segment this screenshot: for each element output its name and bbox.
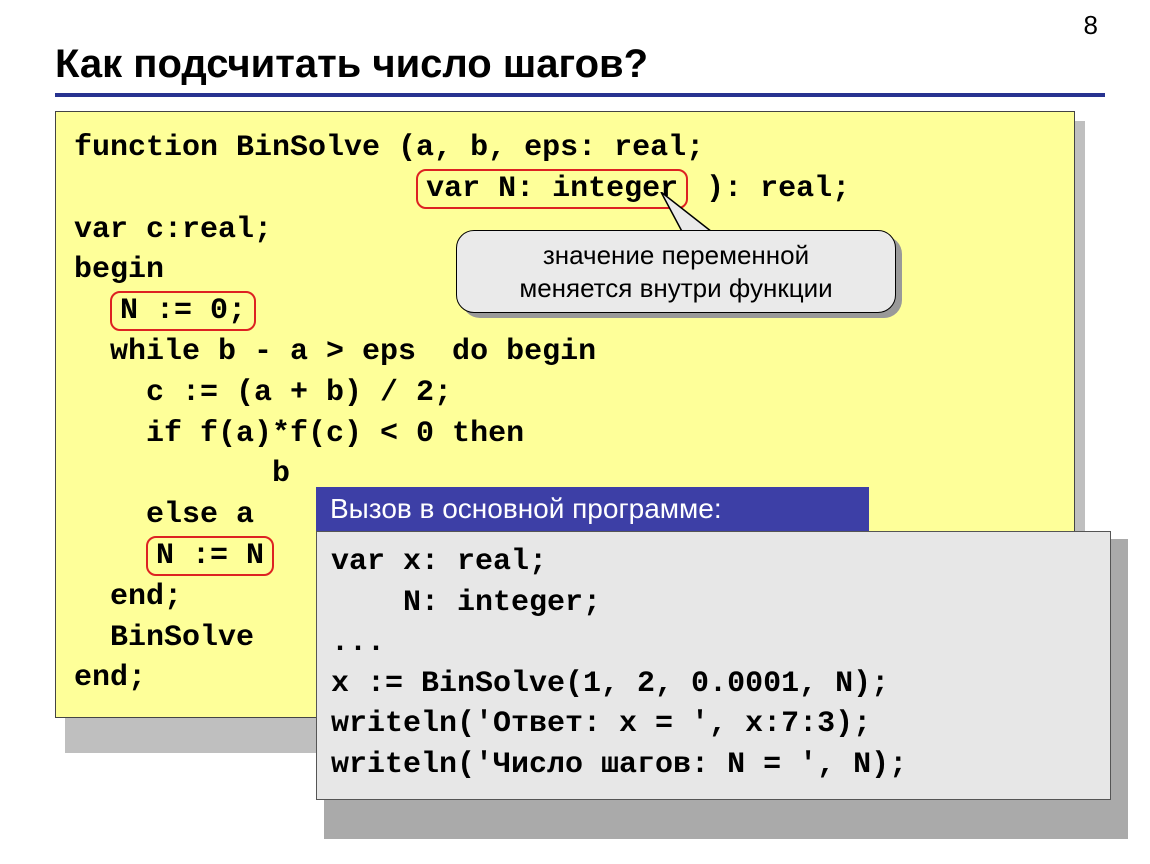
indent <box>74 539 146 573</box>
callout-text-line: меняется внутри функции <box>471 272 881 305</box>
code-line: x := BinSolve(1, 2, 0.0001, N); <box>331 664 1096 705</box>
indent <box>74 294 110 328</box>
code-line: var x: real; <box>331 542 1096 583</box>
code-line: N: integer; <box>331 583 1096 624</box>
code-line: writeln('Число шагов: N = ', N); <box>331 745 1096 786</box>
code-line: writeln('Ответ: x = ', x:7:3); <box>331 704 1096 745</box>
slide-title: Как подсчитать число шагов? <box>55 42 1105 87</box>
code-line: while b - a > eps do begin <box>74 332 1056 373</box>
highlight-n-inc: N := N <box>146 536 274 576</box>
callout-text-line: значение переменной <box>471 239 881 272</box>
callout-box: значение переменной меняется внутри функ… <box>456 230 896 313</box>
code-line: c := (a + b) / 2; <box>74 373 1056 414</box>
subcode-wrap: Вызов в основной программе: var x: real;… <box>316 487 1111 800</box>
page-number: 8 <box>1084 10 1098 41</box>
code-line: if f(a)*f(c) < 0 then <box>74 414 1056 455</box>
code-line: function BinSolve (a, b, eps: real; <box>74 128 1056 169</box>
indent <box>74 172 416 206</box>
code-line: ... <box>331 623 1096 664</box>
subcode-title: Вызов в основной программе: <box>316 487 869 531</box>
code-line: var N: integer ): real; <box>74 169 1056 210</box>
callout: значение переменной меняется внутри функ… <box>456 230 896 313</box>
highlight-n-init: N := 0; <box>110 291 256 331</box>
slide: 8 Как подсчитать число шагов? function B… <box>0 0 1150 864</box>
title-underline <box>55 93 1105 97</box>
highlight-var-n: var N: integer <box>416 169 688 209</box>
subcode-block: var x: real; N: integer; ... x := BinSol… <box>316 531 1111 800</box>
